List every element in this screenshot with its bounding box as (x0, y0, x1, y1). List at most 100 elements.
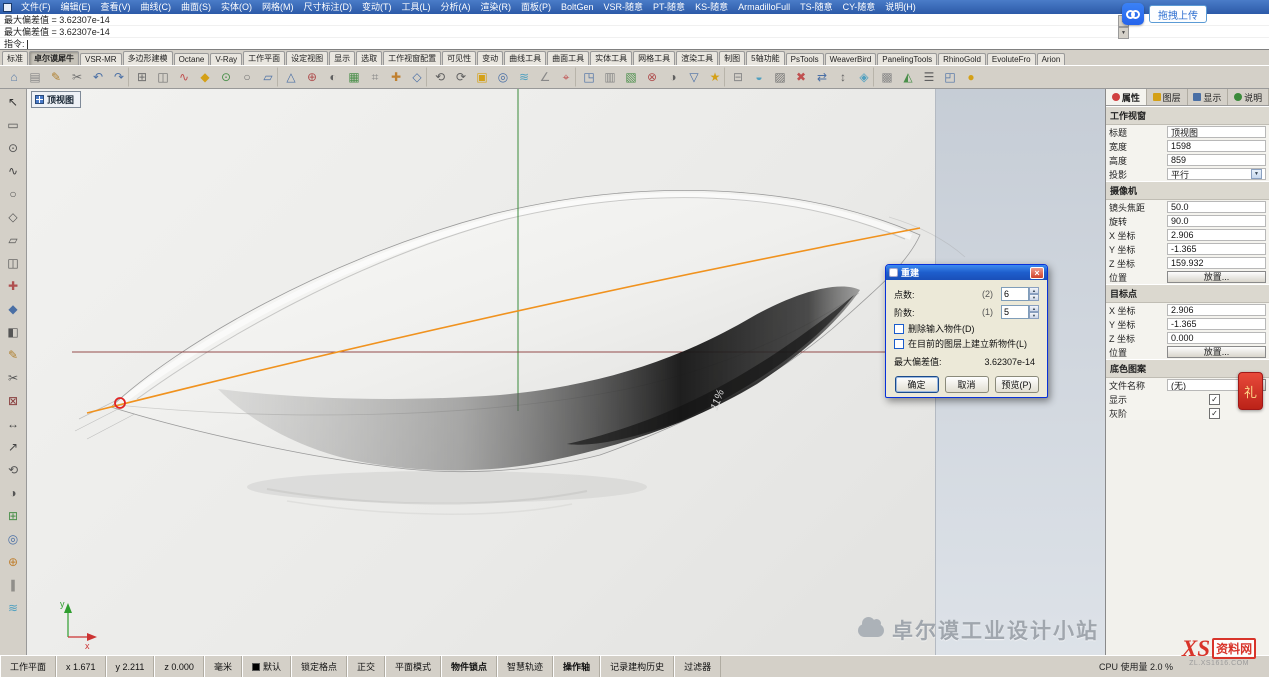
tool-icon[interactable]: ✚ (2, 275, 24, 297)
toolbar-tab[interactable]: 制图 (719, 51, 745, 65)
tool-icon[interactable]: ≋ (2, 597, 24, 619)
status-toggle[interactable]: 智慧轨迹 (497, 656, 553, 677)
toolbar-icon[interactable]: ✎ (46, 67, 66, 87)
tool-icon[interactable]: ◧ (2, 321, 24, 343)
toolbar-icon[interactable]: ⟲ (430, 67, 450, 87)
dropdown-arrow-icon[interactable]: ▼ (1251, 169, 1262, 179)
status-toggle[interactable]: 操作轴 (553, 656, 600, 677)
status-toggle[interactable]: 过滤器 (674, 656, 721, 677)
cancel-button[interactable]: 取消 (945, 376, 989, 393)
toolbar-icon[interactable]: ∿ (174, 67, 194, 87)
tab-layers[interactable]: 图层 (1147, 89, 1188, 105)
toolbar-tab[interactable]: 多边形建模 (123, 51, 173, 65)
toolbar-icon[interactable]: ◫ (153, 67, 173, 87)
tool-icon[interactable]: ↗ (2, 436, 24, 458)
toolbar-icon[interactable]: ▥ (600, 67, 620, 87)
menu-item[interactable]: KS-随意 (690, 0, 733, 14)
camera-y-field[interactable]: -1.365 (1167, 243, 1266, 255)
viewport-title-field[interactable]: 顶视图 (1167, 126, 1266, 138)
preview-button[interactable]: 预览(P) (995, 376, 1039, 393)
toolbar-tab[interactable]: 5轴功能 (746, 51, 784, 65)
tool-icon[interactable]: ▱ (2, 229, 24, 251)
toolbar-tab[interactable]: 可见性 (442, 51, 476, 65)
menu-item[interactable]: 分析(A) (436, 0, 476, 14)
grayscale-checkbox[interactable]: ✓ (1209, 408, 1220, 419)
toolbar-icon[interactable]: ⌖ (556, 67, 576, 87)
menu-item[interactable]: PT-随意 (648, 0, 690, 14)
toolbar-tab[interactable]: 显示 (329, 51, 355, 65)
toolbar-tab[interactable]: 曲面工具 (547, 51, 589, 65)
drag-upload-button[interactable]: 拖拽上传 (1149, 5, 1207, 23)
toolbar-icon[interactable]: ☰ (919, 67, 939, 87)
toolbar-icon[interactable]: ◆ (195, 67, 215, 87)
toolbar-tab[interactable]: 网格工具 (633, 51, 675, 65)
toolbar-icon[interactable]: ⊟ (728, 67, 748, 87)
toolbar-icon[interactable]: ▱ (258, 67, 278, 87)
toolbar-icon[interactable]: ◐ (323, 67, 343, 87)
toolbar-icon[interactable]: ✂ (67, 67, 87, 87)
toolbar-tab[interactable]: Octane (174, 53, 210, 65)
scroll-down-icon[interactable]: ▼ (1118, 27, 1129, 39)
menu-item[interactable]: TS-随意 (795, 0, 838, 14)
toolbar-icon[interactable]: ↕ (833, 67, 853, 87)
menu-item[interactable]: 变动(T) (357, 0, 397, 14)
toolbar-icon[interactable]: △ (281, 67, 301, 87)
menu-item[interactable]: 查看(V) (96, 0, 136, 14)
show-checkbox[interactable]: ✓ (1209, 394, 1220, 405)
status-toggle[interactable]: 正交 (347, 656, 385, 677)
status-toggle[interactable]: 平面模式 (385, 656, 441, 677)
menu-item[interactable]: 尺寸标注(D) (299, 0, 358, 14)
toolbar-tab[interactable]: 工作视窗配置 (383, 51, 441, 65)
target-y-field[interactable]: -1.365 (1167, 318, 1266, 330)
toolbar-tab[interactable]: PsTools (786, 53, 824, 65)
tool-icon[interactable]: ◆ (2, 298, 24, 320)
camera-z-field[interactable]: 159.932 (1167, 257, 1266, 269)
toolbar-icon[interactable]: ◒ (749, 67, 769, 87)
ok-button[interactable]: 确定 (895, 376, 939, 393)
current-layer-checkbox[interactable] (894, 339, 904, 349)
toolbar-tab[interactable]: 标准 (2, 51, 28, 65)
camera-rotation-field[interactable]: 90.0 (1167, 215, 1266, 227)
tool-icon[interactable]: ⊠ (2, 390, 24, 412)
cplane-button[interactable]: 工作平面 (0, 656, 56, 677)
tool-icon[interactable]: ○ (2, 183, 24, 205)
menu-item[interactable]: 编辑(E) (56, 0, 96, 14)
menu-item[interactable]: CY-随意 (838, 0, 881, 14)
tool-icon[interactable]: ⟲ (2, 459, 24, 481)
tool-icon[interactable]: ∥ (2, 574, 24, 596)
menu-item[interactable]: 网格(M) (257, 0, 299, 14)
toolbar-icon[interactable]: ▨ (770, 67, 790, 87)
spin-down-icon[interactable]: ▼ (1029, 294, 1039, 301)
tool-icon[interactable]: ∿ (2, 160, 24, 182)
toolbar-icon[interactable]: ▩ (877, 67, 897, 87)
point-count-input[interactable] (1001, 287, 1029, 301)
tool-icon[interactable]: ◫ (2, 252, 24, 274)
target-x-field[interactable]: 2.906 (1167, 304, 1266, 316)
toolbar-tab[interactable]: V-Ray (210, 53, 242, 65)
close-icon[interactable]: × (1030, 267, 1044, 279)
toolbar-tab[interactable]: 变动 (477, 51, 503, 65)
toolbar-icon[interactable]: ▧ (621, 67, 641, 87)
toolbar-tab[interactable]: 选取 (356, 51, 382, 65)
toolbar-tab[interactable]: VSR-MR (80, 53, 122, 65)
tab-properties[interactable]: 属性 (1106, 89, 1147, 105)
toolbar-icon[interactable]: ○ (237, 67, 257, 87)
tool-icon[interactable]: ◎ (2, 528, 24, 550)
toolbar-icon[interactable]: ≋ (514, 67, 534, 87)
degree-input[interactable] (1001, 305, 1029, 319)
tool-icon[interactable]: ✎ (2, 344, 24, 366)
toolbar-tab[interactable]: EvoluteFro (987, 53, 1036, 65)
menu-item[interactable]: VSR-随意 (599, 0, 649, 14)
menu-item[interactable]: BoltGen (556, 0, 599, 14)
toolbar-icon[interactable]: ⊙ (216, 67, 236, 87)
toolbar-tab[interactable]: 工作平面 (243, 51, 285, 65)
tool-icon[interactable]: ⊞ (2, 505, 24, 527)
toolbar-icon[interactable]: ✖ (791, 67, 811, 87)
toolbar-icon[interactable]: ★ (705, 67, 725, 87)
command-input[interactable]: 指令: (0, 38, 1269, 50)
tool-icon[interactable]: ✂ (2, 367, 24, 389)
menu-item[interactable]: 文件(F) (16, 0, 56, 14)
toolbar-tab[interactable]: 渲染工具 (676, 51, 718, 65)
dialog-titlebar[interactable]: 重建 × (886, 265, 1047, 280)
viewport-title-tab[interactable]: 顶视图 (31, 91, 81, 108)
